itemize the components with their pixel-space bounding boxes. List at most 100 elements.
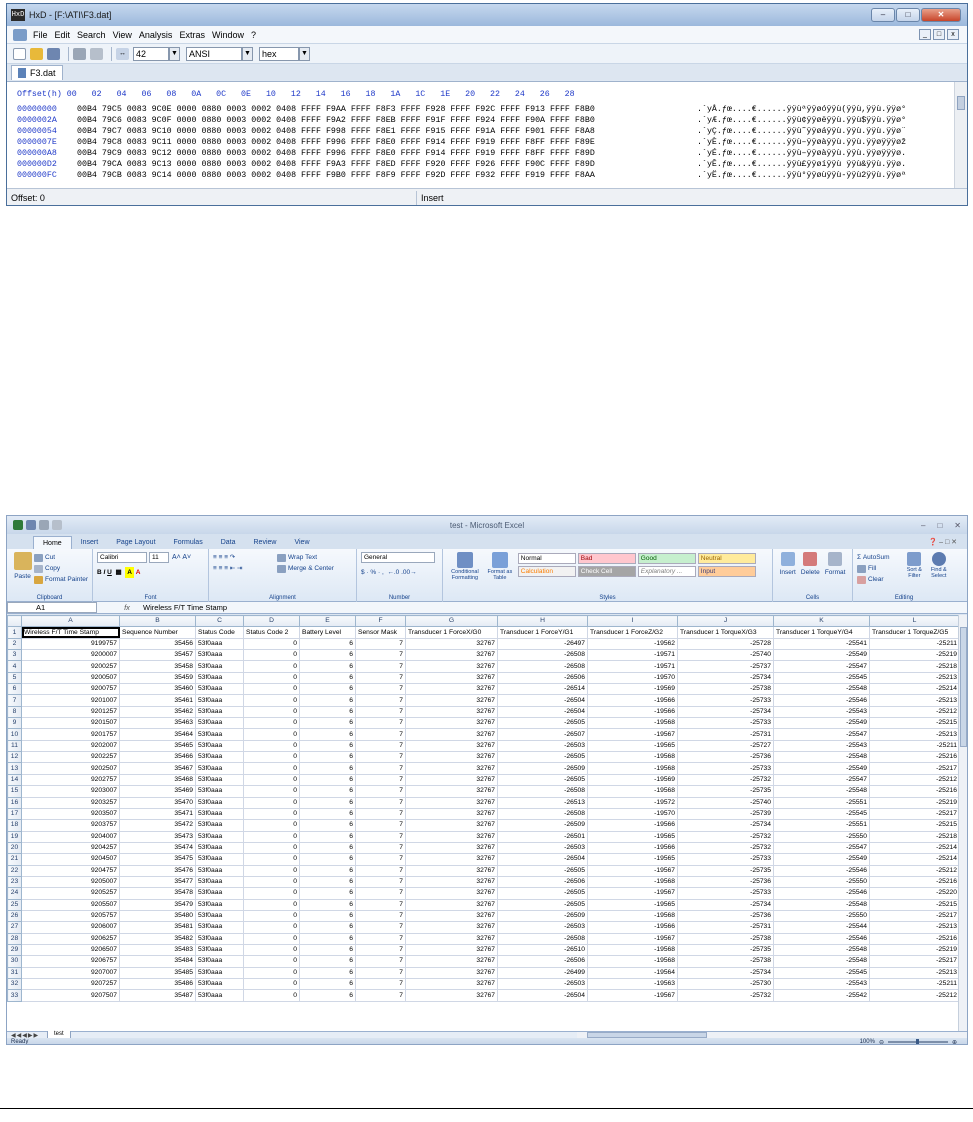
cell[interactable]: -26505 [497,717,588,730]
cell[interactable]: 35468 [119,773,196,787]
cell[interactable]: 9203007 [21,785,120,798]
cell[interactable]: -25734 [677,898,774,911]
cell[interactable]: 0 [243,898,300,911]
column-header[interactable]: F [355,615,406,628]
sort-filter-button[interactable]: Sort & Filter [902,552,926,585]
cell[interactable]: -19565 [587,739,678,753]
cell[interactable]: 35461 [119,694,196,707]
cell[interactable]: -26508 [497,649,588,662]
hex-row[interactable]: 000000A8 00B4 79C9 0083 9C12 0000 0880 00… [17,148,906,159]
cell[interactable]: 32767 [405,637,498,651]
cell[interactable]: -26509 [497,909,588,923]
cell[interactable]: 6 [299,637,356,651]
cell[interactable]: 9202757 [21,773,120,787]
cell[interactable]: Transducer 1 TorqueY/G4 [773,626,870,639]
cell[interactable]: -19563 [587,977,678,991]
cell[interactable]: -26504 [497,694,588,707]
format-as-table-button[interactable]: Format as Table [483,552,517,581]
cell[interactable]: -25548 [773,751,870,764]
chevron-down-icon[interactable]: ▼ [169,46,180,61]
cell[interactable]: -26501 [497,830,588,843]
style-bad[interactable]: Bad [577,553,636,564]
cell[interactable]: Sensor Mask [355,626,406,639]
cell[interactable]: -19565 [587,853,678,866]
cell[interactable]: -25544 [773,921,870,934]
cell[interactable]: -25733 [677,853,774,866]
save-icon[interactable] [26,520,36,530]
chevron-down-icon[interactable]: ▼ [242,46,253,61]
column-header[interactable]: D [243,615,300,628]
cell[interactable]: -25542 [773,989,870,1002]
cell[interactable]: 32767 [405,921,498,934]
cell[interactable]: -25732 [677,830,774,843]
cell[interactable]: 53f0aaa [195,977,244,991]
cell[interactable]: 32767 [405,762,498,775]
tab-page-layout[interactable]: Page Layout [107,536,164,549]
cell[interactable]: 32767 [405,989,498,1002]
cell[interactable]: 0 [243,807,300,821]
cell[interactable]: 35458 [119,660,196,673]
cell[interactable]: 32767 [405,830,498,843]
cell[interactable]: 35481 [119,921,196,934]
cell[interactable]: 9200257 [21,660,120,673]
cell[interactable]: -25735 [677,785,774,798]
cell[interactable]: -25546 [773,694,870,707]
cell[interactable]: 0 [243,717,300,730]
bytes-per-row-field[interactable]: 42 [133,46,169,61]
cell[interactable]: -26506 [497,875,588,889]
number-format-icons[interactable]: $ · % · , ←.0 .00→ [361,567,438,578]
cell[interactable]: -19566 [587,841,678,855]
cell[interactable]: 35482 [119,932,196,945]
cell[interactable]: 7 [355,909,406,923]
column-header[interactable]: L [869,615,960,628]
cell[interactable]: Wireless F/T Time Stamp [21,626,120,639]
cell[interactable]: 9201007 [21,694,120,707]
cell[interactable]: 6 [299,977,356,991]
cell[interactable]: 35478 [119,887,196,900]
mdi-minimize-button[interactable]: _ [919,29,931,40]
menu-file[interactable]: File [33,30,48,40]
cell[interactable]: -25212 [869,705,960,719]
row-header[interactable]: 20 [7,841,22,855]
open-folder-icon[interactable] [30,47,43,60]
hxd-titlebar[interactable]: HxD HxD - [F:\ATI\F3.dat] – □ ✕ [7,4,967,26]
cell[interactable]: -26508 [497,785,588,798]
cell[interactable]: 53f0aaa [195,819,244,832]
cell[interactable]: -25219 [869,796,960,809]
row-header[interactable]: 26 [7,909,22,923]
cell[interactable]: 6 [299,751,356,764]
cell[interactable]: -19562 [587,637,678,651]
cell[interactable]: 35472 [119,819,196,832]
redo-icon[interactable] [90,47,103,60]
cell[interactable]: -25543 [773,977,870,991]
cell[interactable]: 6 [299,989,356,1002]
menu-view[interactable]: View [113,30,132,40]
cell[interactable]: 7 [355,739,406,753]
row-header[interactable]: 33 [7,989,22,1002]
cell[interactable]: 7 [355,796,406,809]
vertical-scrollbar[interactable] [954,82,967,189]
cell[interactable]: -25548 [773,943,870,957]
font-name-select[interactable]: Calibri [97,552,147,563]
cell[interactable]: -25734 [677,966,774,980]
cell[interactable]: 6 [299,921,356,934]
cell[interactable]: 0 [243,773,300,787]
cell[interactable]: -25733 [677,694,774,707]
cell[interactable]: 6 [299,887,356,900]
cell[interactable]: 53f0aaa [195,853,244,866]
cell[interactable]: -25547 [773,773,870,787]
cell[interactable]: 53f0aaa [195,785,244,798]
cell[interactable]: -25547 [773,728,870,741]
cell[interactable]: -26508 [497,807,588,821]
cell[interactable]: 6 [299,671,356,685]
cell[interactable]: -25216 [869,751,960,764]
cell[interactable]: -26504 [497,853,588,866]
cell[interactable]: 53f0aaa [195,932,244,945]
cell[interactable]: 32767 [405,785,498,798]
cell[interactable]: 32767 [405,943,498,957]
cell[interactable]: 9201757 [21,728,120,741]
cell[interactable]: -25214 [869,841,960,855]
cell[interactable]: -19565 [587,830,678,843]
cell[interactable]: 53f0aaa [195,864,244,877]
cell[interactable]: 53f0aaa [195,660,244,673]
